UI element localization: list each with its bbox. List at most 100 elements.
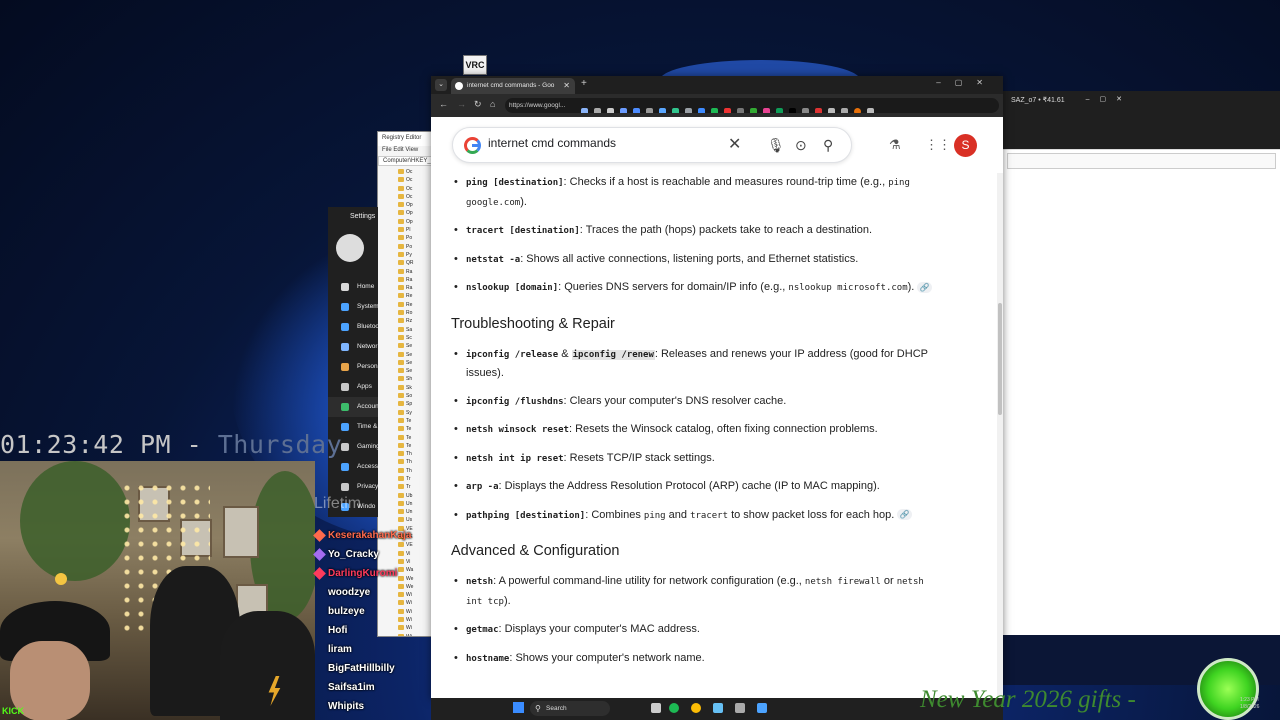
registry-key-item[interactable]: Sp bbox=[378, 400, 436, 408]
source-link-icon[interactable]: 🔗 bbox=[917, 281, 933, 293]
background-white-window[interactable] bbox=[1003, 149, 1280, 635]
registry-key-item[interactable]: Ra bbox=[378, 284, 436, 292]
registry-key-item[interactable]: Tr bbox=[378, 475, 436, 483]
settings-nav-item[interactable]: Bluetooth bbox=[328, 317, 378, 337]
search-box[interactable]: ✕ 🎙 ⊙ ⚲ bbox=[452, 127, 852, 163]
registry-key-item[interactable]: Po bbox=[378, 234, 436, 242]
chrome-icon[interactable] bbox=[691, 703, 701, 713]
settings-gear-icon[interactable] bbox=[735, 703, 745, 713]
registry-key-item[interactable]: Un bbox=[378, 508, 436, 516]
url-text[interactable]: https://www.googl... bbox=[509, 98, 571, 113]
extension-icon[interactable] bbox=[684, 107, 692, 113]
registry-key-item[interactable]: Sh bbox=[378, 375, 436, 383]
registry-key-item[interactable]: Re bbox=[378, 301, 436, 309]
extension-icon[interactable] bbox=[788, 107, 796, 113]
registry-key-item[interactable]: Ra bbox=[378, 276, 436, 284]
extension-icon[interactable] bbox=[697, 107, 705, 113]
address-bar[interactable]: https://www.googl... bbox=[505, 98, 999, 113]
profile-icon[interactable] bbox=[853, 107, 861, 113]
settings-nav-item[interactable]: Apps bbox=[328, 377, 378, 397]
avatar[interactable] bbox=[336, 234, 364, 262]
tab-active[interactable]: internet cmd commands - Goo ✕ bbox=[451, 78, 575, 94]
app-icon[interactable] bbox=[757, 703, 767, 713]
registry-key-item[interactable]: Tr bbox=[378, 483, 436, 491]
menu-kebab-icon[interactable] bbox=[866, 107, 874, 113]
windows-start-icon[interactable] bbox=[513, 702, 524, 713]
tab-search-button[interactable]: ⌄ bbox=[435, 79, 447, 91]
registry-key-item[interactable]: Po bbox=[378, 243, 436, 251]
new-tab-button[interactable]: + bbox=[581, 78, 587, 89]
clear-search-icon[interactable]: ✕ bbox=[728, 137, 741, 153]
registry-key-item[interactable]: Oc bbox=[378, 185, 436, 193]
tray-clock[interactable]: 1:23 PM 1/8/2026 bbox=[1240, 697, 1259, 711]
spotify-icon[interactable] bbox=[669, 703, 679, 713]
extension-icon[interactable] bbox=[762, 107, 770, 113]
vrc-desktop-icon[interactable]: VRC bbox=[463, 55, 487, 75]
chrome-browser-window[interactable]: ⌄ internet cmd commands - Goo ✕ + –▢✕ ← … bbox=[431, 76, 1003, 700]
close-tab-icon[interactable]: ✕ bbox=[563, 78, 570, 94]
extension-icon[interactable] bbox=[645, 107, 653, 113]
registry-key-item[interactable]: Sa bbox=[378, 326, 436, 334]
registry-key-item[interactable]: Th bbox=[378, 467, 436, 475]
google-g-icon[interactable] bbox=[464, 137, 481, 154]
extension-icon[interactable] bbox=[749, 107, 757, 113]
registry-key-item[interactable]: Sy bbox=[378, 409, 436, 417]
registry-key-item[interactable]: Oc bbox=[378, 193, 436, 201]
steam-icon[interactable] bbox=[713, 703, 723, 713]
registry-key-item[interactable]: Te bbox=[378, 425, 436, 433]
extension-icon[interactable] bbox=[814, 107, 822, 113]
scrollbar-thumb[interactable] bbox=[998, 303, 1002, 415]
extension-icon[interactable] bbox=[632, 107, 640, 113]
registry-key-item[interactable]: Se bbox=[378, 359, 436, 367]
registry-key-item[interactable]: Se bbox=[378, 342, 436, 350]
extension-icon[interactable] bbox=[593, 107, 601, 113]
file-explorer-icon[interactable] bbox=[651, 703, 661, 713]
settings-nav[interactable]: Home System Bluetooth Network Personal Apps Ac… bbox=[328, 277, 378, 517]
registry-key-item[interactable]: Se bbox=[378, 351, 436, 359]
background-app-window[interactable]: SAZ_o7 • ₹41.61 –▢✕ bbox=[1003, 91, 1280, 151]
window-controls[interactable]: –▢✕ bbox=[936, 78, 997, 87]
lens-camera-icon[interactable]: ⊙ bbox=[795, 137, 807, 153]
registry-key-item[interactable]: Ub bbox=[378, 492, 436, 500]
settings-nav-item[interactable]: Home bbox=[328, 277, 378, 297]
settings-nav-item[interactable]: Personal bbox=[328, 357, 378, 377]
settings-window[interactable]: Settings Home System Bluetooth Network Perso… bbox=[328, 207, 378, 517]
background-window-field[interactable] bbox=[1007, 153, 1276, 169]
back-arrow-icon[interactable]: ← bbox=[439, 99, 448, 109]
sidepanel-icon[interactable] bbox=[840, 107, 848, 113]
registry-editor-menu[interactable]: File Edit View bbox=[378, 146, 436, 156]
settings-nav-item[interactable]: Privacy bbox=[328, 477, 378, 497]
extension-icon[interactable] bbox=[658, 107, 666, 113]
registry-key-item[interactable]: Rz bbox=[378, 317, 436, 325]
registry-key-item[interactable]: Ra bbox=[378, 268, 436, 276]
registry-key-item[interactable]: Oc bbox=[378, 176, 436, 184]
apps-grid-icon[interactable]: ⋮⋮ bbox=[925, 137, 951, 153]
extension-icon[interactable] bbox=[580, 107, 588, 113]
extension-icon[interactable] bbox=[723, 107, 731, 113]
registry-key-item[interactable]: Op bbox=[378, 201, 436, 209]
extension-icon[interactable] bbox=[619, 107, 627, 113]
window-controls[interactable]: –▢✕ bbox=[1086, 95, 1132, 103]
registry-key-item[interactable]: Se bbox=[378, 367, 436, 375]
settings-nav-item[interactable]: Access bbox=[328, 457, 378, 477]
extension-icon[interactable] bbox=[801, 107, 809, 113]
registry-key-item[interactable]: Th bbox=[378, 458, 436, 466]
registry-key-item[interactable]: Th bbox=[378, 450, 436, 458]
registry-key-item[interactable]: Te bbox=[378, 442, 436, 450]
extension-icon[interactable] bbox=[736, 107, 744, 113]
search-icon[interactable]: ⚲ bbox=[823, 137, 833, 153]
page-scrollbar[interactable] bbox=[997, 173, 1003, 700]
registry-key-item[interactable]: Sk bbox=[378, 384, 436, 392]
registry-key-item[interactable]: QR bbox=[378, 259, 436, 267]
registry-key-item[interactable]: Sc bbox=[378, 334, 436, 342]
bookmark-star-icon[interactable] bbox=[606, 107, 614, 113]
settings-nav-item[interactable]: Network bbox=[328, 337, 378, 357]
labs-flask-icon[interactable]: ⚗ bbox=[889, 137, 901, 153]
registry-editor-path[interactable]: Computer\HKEY_C bbox=[378, 156, 436, 166]
extension-icon[interactable] bbox=[671, 107, 679, 113]
registry-key-item[interactable]: Ro bbox=[378, 309, 436, 317]
registry-key-item[interactable]: Py bbox=[378, 251, 436, 259]
registry-key-item[interactable]: Op bbox=[378, 209, 436, 217]
omnibox-icons[interactable] bbox=[580, 107, 880, 113]
settings-nav-item[interactable]: Accounts bbox=[328, 397, 378, 417]
